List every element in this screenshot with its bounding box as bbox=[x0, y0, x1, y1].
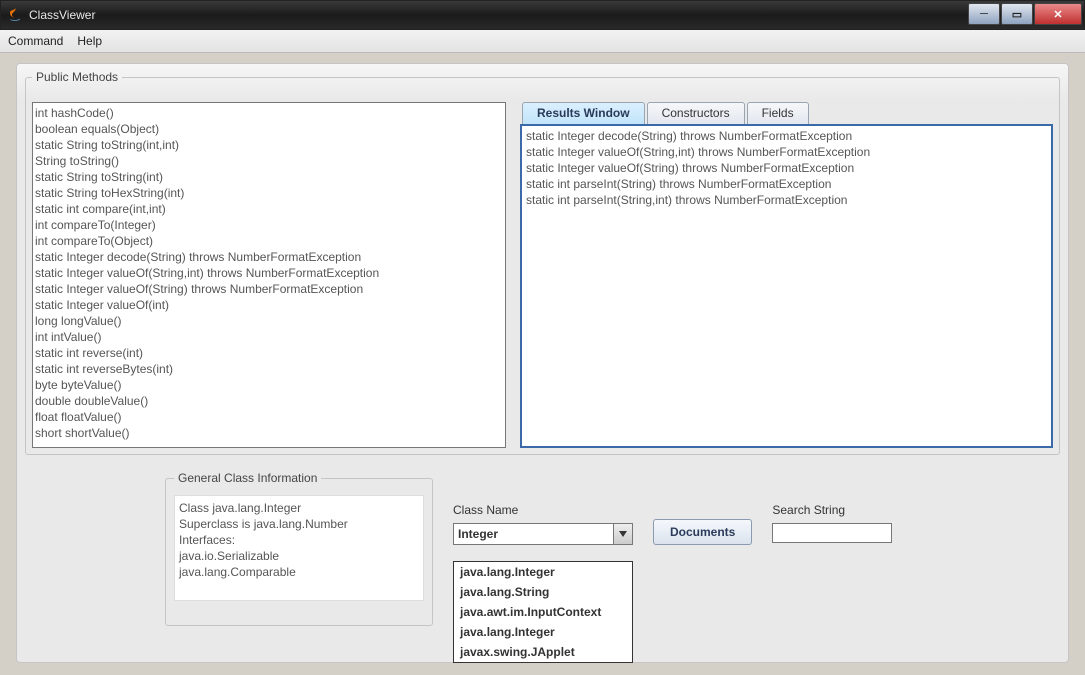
main-panel: Public Methods int hashCode()boolean equ… bbox=[16, 63, 1069, 663]
dropdown-option[interactable]: java.lang.Integer bbox=[454, 622, 632, 642]
tab-fields[interactable]: Fields bbox=[747, 102, 809, 124]
public-methods-legend: Public Methods bbox=[32, 70, 122, 84]
menu-bar: Command Help bbox=[0, 30, 1085, 53]
results-window[interactable]: static Integer decode(String) throws Num… bbox=[520, 124, 1053, 448]
dropdown-arrow-icon[interactable] bbox=[613, 524, 632, 544]
menu-command[interactable]: Command bbox=[8, 34, 63, 48]
method-item[interactable]: static Integer valueOf(String) throws Nu… bbox=[35, 281, 503, 297]
method-item[interactable]: static int reverseBytes(int) bbox=[35, 361, 503, 377]
documents-button[interactable]: Documents bbox=[653, 519, 752, 545]
public-methods-list[interactable]: int hashCode()boolean equals(Object)stat… bbox=[32, 102, 506, 448]
method-item[interactable]: String toString() bbox=[35, 153, 503, 169]
method-item[interactable]: static int reverse(int) bbox=[35, 345, 503, 361]
method-item[interactable]: byte byteValue() bbox=[35, 377, 503, 393]
close-button[interactable]: ✕ bbox=[1034, 3, 1082, 25]
class-name-group: Class Name Integer java.lang.Integerjava… bbox=[453, 503, 633, 545]
method-item[interactable]: static String toString(int) bbox=[35, 169, 503, 185]
right-pane: Results Window Constructors Fields stati… bbox=[520, 102, 1053, 448]
method-item[interactable]: double doubleValue() bbox=[35, 393, 503, 409]
class-name-label: Class Name bbox=[453, 503, 633, 517]
result-item[interactable]: static Integer valueOf(String,int) throw… bbox=[526, 144, 1047, 160]
java-icon bbox=[7, 7, 23, 23]
general-class-info-legend: General Class Information bbox=[174, 471, 321, 485]
dropdown-option[interactable]: java.awt.im.InputContext bbox=[454, 602, 632, 622]
method-item[interactable]: int intValue() bbox=[35, 329, 503, 345]
search-input[interactable] bbox=[772, 523, 892, 543]
class-name-dropdown[interactable]: java.lang.Integerjava.lang.Stringjava.aw… bbox=[453, 561, 633, 663]
class-name-value: Integer bbox=[454, 527, 613, 541]
gci-line: Interfaces: bbox=[179, 532, 419, 548]
method-item[interactable]: int hashCode() bbox=[35, 105, 503, 121]
gci-line: java.io.Serializable bbox=[179, 548, 419, 564]
method-item[interactable]: int compareTo(Integer) bbox=[35, 217, 503, 233]
search-label: Search String bbox=[772, 503, 902, 517]
result-item[interactable]: static int parseInt(String,int) throws N… bbox=[526, 192, 1047, 208]
tab-constructors[interactable]: Constructors bbox=[647, 102, 745, 124]
dropdown-option[interactable]: java.lang.Integer bbox=[454, 562, 632, 582]
method-item[interactable]: float floatValue() bbox=[35, 409, 503, 425]
maximize-button[interactable]: ▭ bbox=[1001, 3, 1033, 25]
method-item[interactable]: boolean equals(Object) bbox=[35, 121, 503, 137]
dropdown-option[interactable]: java.lang.String bbox=[454, 582, 632, 602]
method-item[interactable]: static Integer valueOf(int) bbox=[35, 297, 503, 313]
general-class-info-text: Class java.lang.IntegerSuperclass is jav… bbox=[174, 495, 424, 601]
menu-help[interactable]: Help bbox=[77, 34, 102, 48]
general-class-info-group: General Class Information Class java.lan… bbox=[165, 471, 433, 626]
dropdown-option[interactable]: javax.swing.JApplet bbox=[454, 642, 632, 662]
method-item[interactable]: short shortValue() bbox=[35, 425, 503, 441]
method-item[interactable]: static Integer decode(String) throws Num… bbox=[35, 249, 503, 265]
public-methods-group: Public Methods int hashCode()boolean equ… bbox=[25, 70, 1060, 455]
result-item[interactable]: static int parseInt(String) throws Numbe… bbox=[526, 176, 1047, 192]
title-bar: ClassViewer ─ ▭ ✕ bbox=[0, 0, 1085, 30]
method-item[interactable]: int compareTo(Object) bbox=[35, 233, 503, 249]
result-item[interactable]: static Integer decode(String) throws Num… bbox=[526, 128, 1047, 144]
method-item[interactable]: static Integer valueOf(String,int) throw… bbox=[35, 265, 503, 281]
class-name-combo[interactable]: Integer bbox=[453, 523, 633, 545]
method-item[interactable]: static String toHexString(int) bbox=[35, 185, 503, 201]
tab-bar: Results Window Constructors Fields bbox=[522, 102, 1053, 124]
tab-results-window[interactable]: Results Window bbox=[522, 102, 645, 124]
minimize-button[interactable]: ─ bbox=[968, 3, 1000, 25]
window-title: ClassViewer bbox=[29, 8, 95, 22]
method-item[interactable]: static String toString(int,int) bbox=[35, 137, 503, 153]
gci-line: Superclass is java.lang.Number bbox=[179, 516, 419, 532]
result-item[interactable]: static Integer valueOf(String) throws Nu… bbox=[526, 160, 1047, 176]
gci-line: Class java.lang.Integer bbox=[179, 500, 419, 516]
search-group: Search String bbox=[772, 503, 902, 543]
gci-line: java.lang.Comparable bbox=[179, 564, 419, 580]
method-item[interactable]: static int compare(int,int) bbox=[35, 201, 503, 217]
method-item[interactable]: long longValue() bbox=[35, 313, 503, 329]
